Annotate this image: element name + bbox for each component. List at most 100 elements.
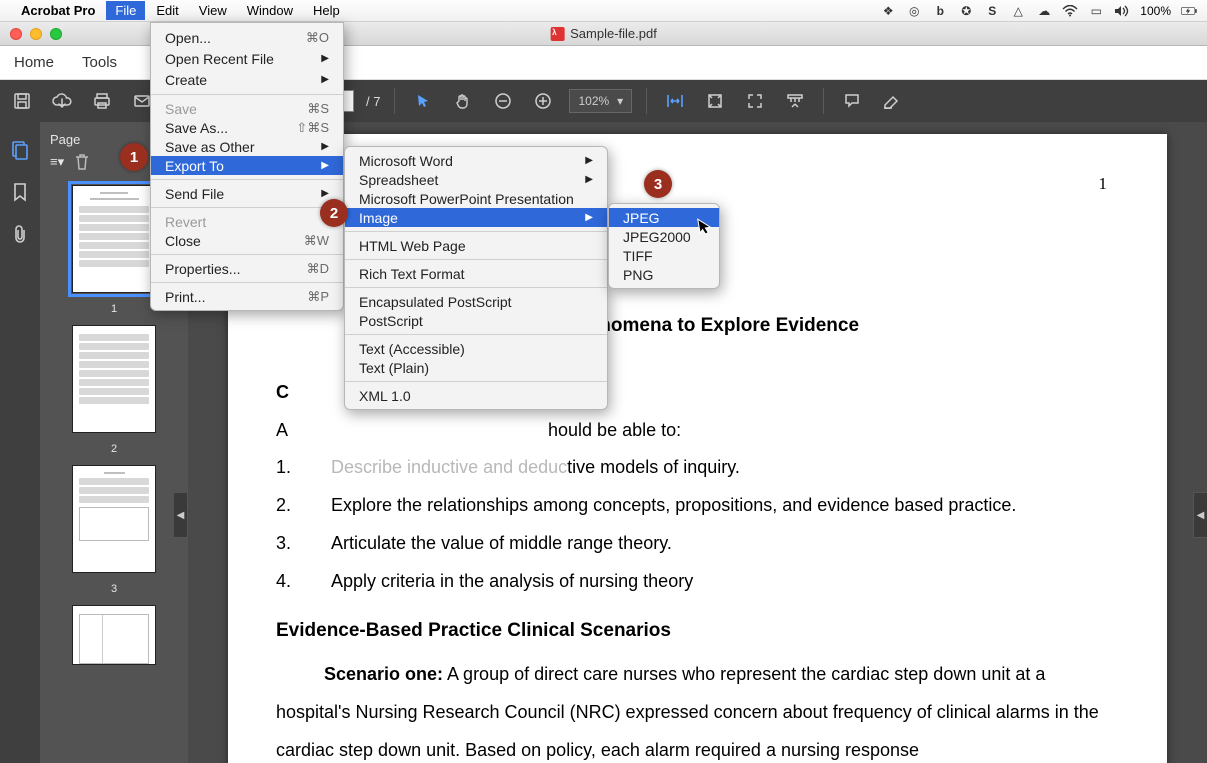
chevron-down-icon: ▾ — [617, 94, 623, 108]
tools-pane-toggle[interactable]: ◀ — [1193, 492, 1207, 538]
menu-print[interactable]: Print...⌘P — [151, 287, 343, 306]
menu-edit[interactable]: Edit — [147, 1, 187, 20]
display-icon[interactable]: ▭ — [1088, 3, 1104, 19]
export-xml[interactable]: XML 1.0 — [345, 386, 607, 405]
zoom-select[interactable]: 102% ▾ — [569, 89, 632, 113]
menu-open[interactable]: Open...⌘O — [151, 27, 343, 48]
thumbnails-toggle[interactable]: ◀ — [174, 492, 188, 538]
dropbox-icon[interactable]: ❖ — [880, 3, 896, 19]
window-minimize[interactable] — [30, 28, 42, 40]
export-rtf[interactable]: Rich Text Format — [345, 264, 607, 283]
volume-icon[interactable] — [1114, 3, 1130, 19]
menu-export-to[interactable]: Export To▶ — [151, 156, 343, 175]
pointer-icon[interactable] — [409, 87, 437, 115]
intro-a: A — [276, 412, 288, 450]
obj2: Explore the relationships among concepts… — [331, 487, 1016, 525]
export-eps[interactable]: Encapsulated PostScript — [345, 292, 607, 311]
obj-num: 4. — [276, 563, 291, 601]
window-zoom[interactable] — [50, 28, 62, 40]
menu-save: Save⌘S — [151, 99, 343, 118]
obj1: tive models of inquiry. — [567, 457, 740, 477]
cursor-icon — [697, 216, 714, 236]
gdrive-icon[interactable]: △ — [1010, 3, 1026, 19]
obj4: Apply criteria in the analysis of nursin… — [331, 563, 693, 601]
obj-num: 2. — [276, 487, 291, 525]
intro-b: hould be able to: — [548, 412, 681, 450]
heading-ebp: Evidence-Based Practice Clinical Scenari… — [276, 611, 1119, 651]
mac-menubar: Acrobat Pro File Edit View Window Help ❖… — [0, 0, 1207, 22]
thumbnail-label: 1 — [111, 303, 117, 315]
window-close[interactable] — [10, 28, 22, 40]
obj1-masked: Describe inductive and deduc — [331, 457, 567, 477]
fullscreen-icon[interactable] — [741, 87, 769, 115]
thumbnail-page-1[interactable] — [72, 185, 156, 293]
bookmark-icon[interactable] — [12, 182, 28, 202]
export-image[interactable]: Image▶ — [345, 208, 607, 227]
image-png[interactable]: PNG — [609, 265, 719, 284]
wifi-icon[interactable] — [1062, 3, 1078, 19]
obj-num: 1. — [276, 449, 291, 487]
zoom-value: 102% — [578, 94, 609, 108]
export-text-plain[interactable]: Text (Plain) — [345, 358, 607, 377]
scenario-label: Scenario one: — [324, 664, 443, 684]
menu-save-as[interactable]: Save As...⇧⌘S — [151, 118, 343, 137]
thumbnail-options[interactable]: ≡▾ — [50, 154, 64, 170]
highlight-icon[interactable] — [878, 87, 906, 115]
tab-home[interactable]: Home — [14, 54, 54, 71]
annotation-badge-3: 3 — [644, 170, 672, 198]
trash-icon[interactable] — [74, 153, 90, 171]
obj3: Articulate the value of middle range the… — [331, 525, 672, 563]
menu-help[interactable]: Help — [304, 1, 349, 20]
hand-icon[interactable] — [449, 87, 477, 115]
side-rail — [0, 122, 40, 763]
zoom-out-icon[interactable] — [489, 87, 517, 115]
export-menu: Microsoft Word▶ Spreadsheet▶ Microsoft P… — [344, 146, 608, 410]
menu-view[interactable]: View — [190, 1, 236, 20]
battery-percent: 100% — [1140, 4, 1171, 18]
circles-icon[interactable]: ◎ — [906, 3, 922, 19]
cloud-icon[interactable]: ☁ — [1036, 3, 1052, 19]
thumbnail-page-3[interactable] — [72, 465, 156, 573]
window-title: Sample-file.pdf — [570, 26, 657, 41]
cloud-icon[interactable] — [48, 87, 76, 115]
page-number: 1 — [1099, 174, 1108, 194]
attachment-icon[interactable] — [12, 224, 28, 244]
thumbnail-page-4[interactable] — [72, 605, 156, 665]
pdf-icon: λ — [550, 27, 564, 41]
evernote-icon[interactable]: ✪ — [958, 3, 974, 19]
read-mode-icon[interactable] — [781, 87, 809, 115]
thumbnail-page-2[interactable] — [72, 325, 156, 433]
menu-window[interactable]: Window — [238, 1, 302, 20]
battery-icon[interactable] — [1181, 3, 1197, 19]
app-name[interactable]: Acrobat Pro — [12, 1, 104, 20]
menu-send-file[interactable]: Send File▶ — [151, 184, 343, 203]
menu-save-other[interactable]: Save as Other▶ — [151, 137, 343, 156]
thumbnails-icon[interactable] — [10, 140, 30, 160]
save-icon[interactable] — [8, 87, 36, 115]
comment-icon[interactable] — [838, 87, 866, 115]
tab-tools[interactable]: Tools — [82, 54, 117, 71]
export-spreadsheet[interactable]: Spreadsheet▶ — [345, 170, 607, 189]
export-word[interactable]: Microsoft Word▶ — [345, 151, 607, 170]
page-total: / 7 — [366, 94, 380, 109]
fit-page-icon[interactable] — [701, 87, 729, 115]
menu-open-recent[interactable]: Open Recent File▶ — [151, 48, 343, 69]
image-tiff[interactable]: TIFF — [609, 246, 719, 265]
print-icon[interactable] — [88, 87, 116, 115]
image-format-menu: JPEG JPEG2000 TIFF PNG — [608, 203, 720, 289]
export-text-accessible[interactable]: Text (Accessible) — [345, 339, 607, 358]
menu-create[interactable]: Create▶ — [151, 69, 343, 90]
zoom-in-icon[interactable] — [529, 87, 557, 115]
fit-width-icon[interactable] — [661, 87, 689, 115]
s-icon[interactable]: S — [984, 3, 1000, 19]
file-menu: Open...⌘O Open Recent File▶ Create▶ Save… — [150, 22, 344, 311]
thumbnails-label: Page — [50, 132, 80, 147]
export-ppt[interactable]: Microsoft PowerPoint Presentation — [345, 189, 607, 208]
export-ps[interactable]: PostScript — [345, 311, 607, 330]
menu-close[interactable]: Close⌘W — [151, 231, 343, 250]
menu-file[interactable]: File — [106, 1, 145, 20]
menu-properties[interactable]: Properties...⌘D — [151, 259, 343, 278]
b-icon[interactable]: b — [932, 3, 948, 19]
export-html[interactable]: HTML Web Page — [345, 236, 607, 255]
annotation-badge-1: 1 — [120, 143, 148, 171]
